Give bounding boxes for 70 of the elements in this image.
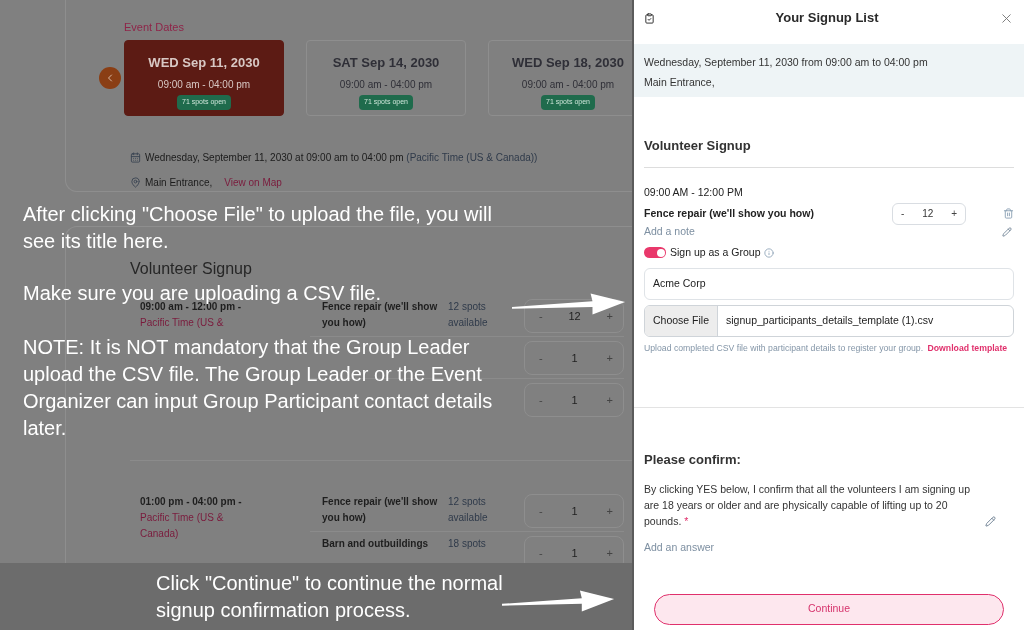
info-icon[interactable] [764, 247, 775, 258]
confirm-question: By clicking YES below, I confirm that all the volunteers I am signing up are 18 years or older and are physically capable of lifting up to 20 pounds. * [644, 482, 972, 529]
decrement-button[interactable]: - [539, 502, 543, 520]
section-label: Event Dates [124, 20, 185, 35]
file-name: signup_participants_details_template (1).csv [725, 312, 935, 328]
add-answer-link[interactable]: Add an answer [644, 540, 715, 556]
pencil-icon[interactable] [985, 516, 996, 527]
section-title: Volunteer Signup [130, 259, 253, 279]
increment-button[interactable]: + [606, 349, 613, 367]
clipboard-icon [644, 12, 655, 24]
spots-available: 12 spots available [448, 495, 489, 525]
location-pin-icon [130, 176, 141, 188]
date-title: WED Sep 18, 2030 [512, 53, 624, 72]
panel-title: Your Signup List [774, 9, 880, 28]
spots-available: 12 spots available [448, 300, 489, 330]
confirm-title: Please confirm: [644, 450, 742, 469]
annotation-text: Click "Continue" to continue the normal signup confirmation process. [156, 571, 504, 623]
date-time: 09:00 am - 04:00 pm [157, 78, 251, 92]
date-title: WED Sep 11, 2030 [148, 53, 260, 72]
quantity-value: 1 [571, 392, 578, 408]
toggle-label: Sign up as a Group [670, 244, 761, 260]
task-name: Fence repair (we'll show you how) [322, 495, 439, 525]
increment-button[interactable]: + [951, 206, 957, 222]
date-time: 09:00 am - 04:00 pm [339, 78, 433, 92]
quantity-value: 1 [571, 545, 578, 561]
item-time: 09:00 AM - 12:00 PM [644, 185, 744, 200]
continue-button[interactable]: Continue [654, 593, 1004, 625]
spots-available: 18 spots [448, 537, 487, 551]
pencil-icon[interactable] [1002, 226, 1012, 237]
date-time: 09:00 am - 04:00 pm [521, 78, 615, 92]
download-template-link[interactable]: Download template [927, 342, 1008, 353]
quantity-value: 12 [568, 308, 581, 324]
quantity-stepper[interactable]: - 1 + [524, 341, 624, 375]
increment-button[interactable]: + [606, 544, 613, 562]
trash-icon[interactable] [1003, 208, 1014, 220]
decrement-button[interactable]: - [539, 391, 543, 409]
previous-button[interactable] [99, 66, 121, 89]
quantity-value: 12 [922, 207, 934, 222]
group-name-field[interactable]: Acme Corp [644, 267, 1014, 300]
decrement-button[interactable]: - [539, 349, 543, 367]
date-title: SAT Sep 14, 2030 [332, 53, 440, 72]
annotation-text: NOTE: It is NOT mandatory that the Group Leader upload the CSV file. The Group Leader or the Event Organizer can input Group Participant contact details later. [23, 335, 494, 441]
summary-line: Wednesday, September 11, 2030 from 09:00 am to 04:00 pm [644, 55, 929, 70]
event-datetime: Wednesday, September 11, 2030 at 09:00 am to 04:00 pm (Pacific Time (US & Canada)) [145, 150, 538, 165]
item-task: Fence repair (we'll show you how) [644, 205, 815, 221]
decrement-button[interactable]: - [539, 544, 543, 562]
quantity-value: 1 [571, 350, 578, 366]
slot-time: 09:00 am - 12:00 pm - Pacific Time (US & [140, 301, 242, 330]
task-name: Barn and outbuildings [322, 537, 430, 551]
add-note-link[interactable]: Add a note [644, 223, 695, 240]
increment-button[interactable]: + [606, 502, 613, 520]
group-toggle[interactable] [644, 247, 666, 259]
task-name: Fence repair (we'll show you how) [322, 300, 439, 330]
choose-file-button[interactable]: Choose File [645, 305, 719, 336]
section-title: Volunteer Signup [644, 138, 751, 153]
upload-help-text: Upload completed CSV file with participant details to register your group. Download template [644, 341, 1009, 355]
quantity-stepper[interactable]: - 1 + [524, 383, 624, 417]
increment-button[interactable]: + [606, 307, 613, 325]
annotation-text: After clicking "Choose File" to upload the file, you will see its title here. [23, 202, 493, 254]
calendar-icon [130, 151, 141, 163]
file-field[interactable]: Choose File signup_participants_details_template (1).csv [644, 304, 1014, 337]
increment-button[interactable]: + [606, 391, 613, 409]
slot-time: 01:00 pm - 04:00 pm - Pacific Time (US & Canada) [140, 495, 243, 541]
view-on-map-link[interactable]: View on Map [224, 174, 282, 190]
summary-line: Main Entrance, [644, 74, 716, 90]
decrement-button[interactable]: - [901, 206, 905, 222]
quantity-stepper[interactable]: - 12 + [892, 202, 966, 225]
quantity-value: 1 [571, 503, 578, 519]
event-location: Main Entrance, [145, 175, 213, 190]
quantity-stepper[interactable]: - 1 + [524, 494, 624, 528]
